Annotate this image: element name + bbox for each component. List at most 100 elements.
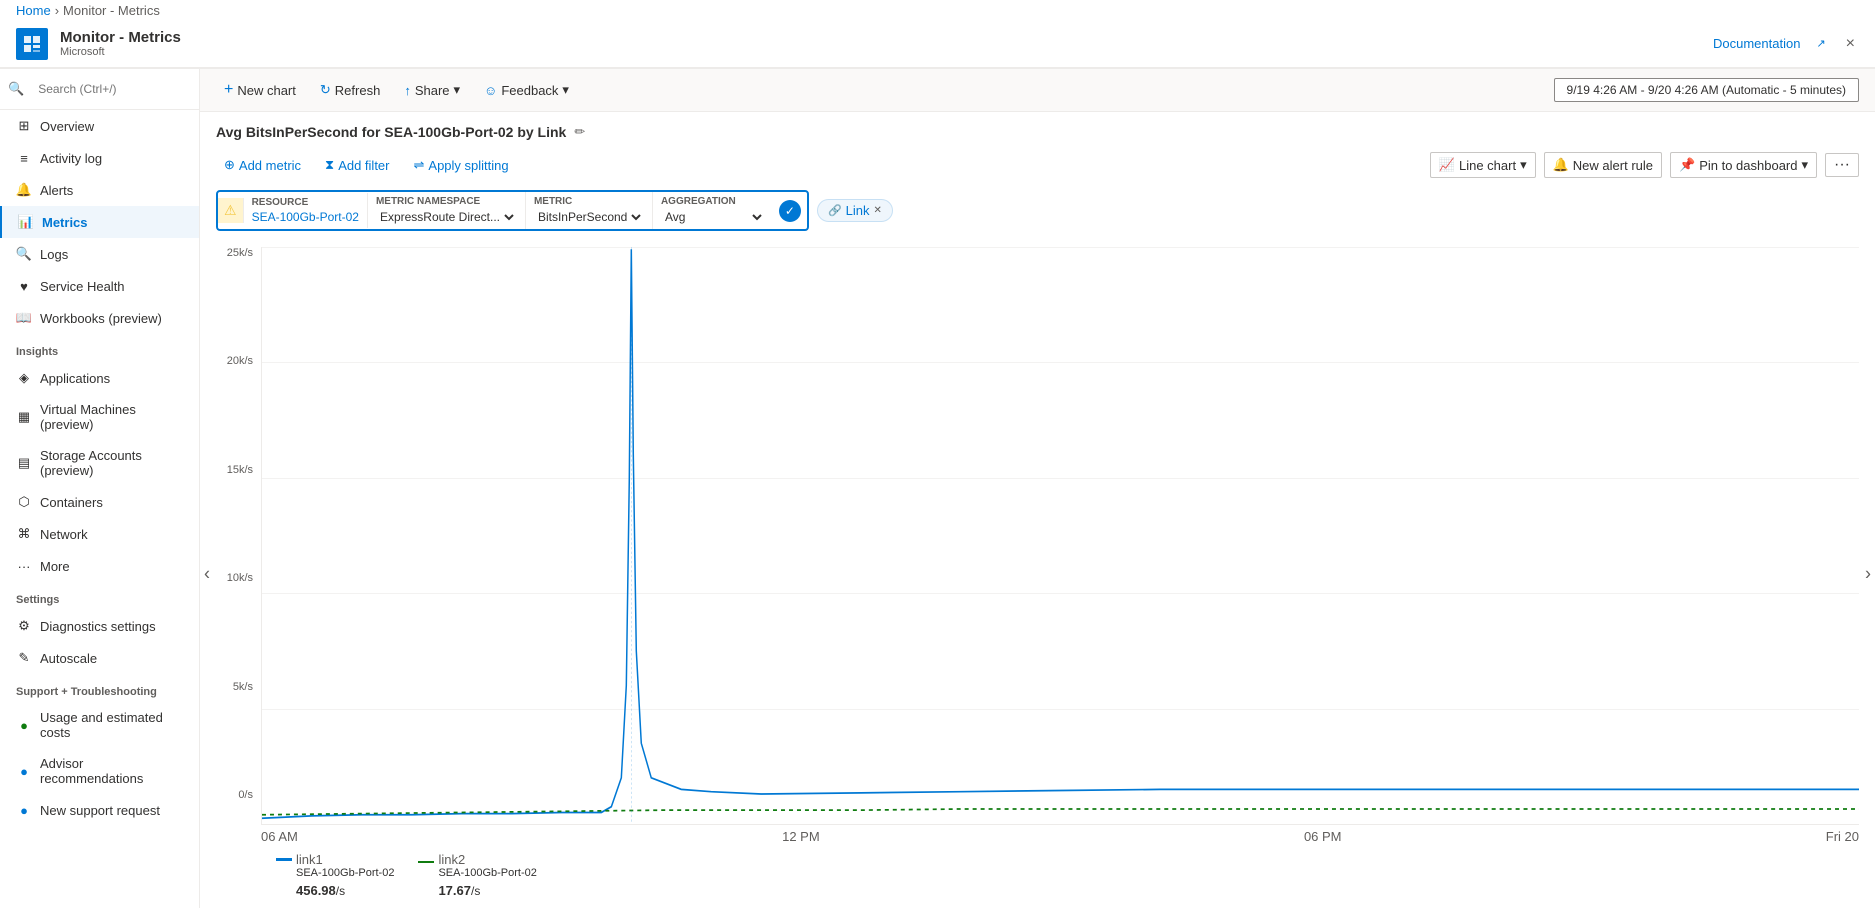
sidebar-item-storage-accounts[interactable]: ▤ Storage Accounts (preview) — [0, 440, 199, 486]
chart-plot — [261, 247, 1859, 825]
chart-nav-right-button[interactable]: › — [1861, 559, 1875, 588]
link-tag: 🔗 Link ✕ — [817, 199, 893, 222]
new-chart-button[interactable]: + New chart — [216, 77, 304, 103]
chart-title: Avg BitsInPerSecond for SEA-100Gb-Port-0… — [216, 124, 566, 140]
sidebar-item-more[interactable]: ··· More — [0, 550, 199, 582]
pin-icon: 📌 — [1679, 157, 1695, 173]
link-tag-close[interactable]: ✕ — [874, 205, 882, 216]
sidebar-item-alerts[interactable]: 🔔 Alerts — [0, 174, 199, 206]
sidebar-item-diagnostics[interactable]: ⚙ Diagnostics settings — [0, 610, 199, 642]
sidebar-item-virtual-machines[interactable]: ▦ Virtual Machines (preview) — [0, 394, 199, 440]
vm-icon: ▦ — [16, 409, 32, 425]
sidebar-item-activity-log[interactable]: ≡ Activity log — [0, 142, 199, 174]
grid-icon: ⊞ — [16, 118, 32, 134]
aggregation-select[interactable]: Avg — [661, 209, 765, 225]
legend-label-link2: link2 — [438, 852, 465, 867]
app-title: Monitor - Metrics — [60, 29, 181, 46]
sidebar-item-workbooks[interactable]: 📖 Workbooks (preview) — [0, 302, 199, 334]
breadcrumb-sep: › — [55, 3, 59, 18]
resource-field: RESOURCE SEA-100Gb-Port-02 — [244, 193, 368, 228]
legend-resource-link2: SEA-100Gb-Port-02 — [438, 867, 536, 879]
scale-icon: ✎ — [16, 650, 32, 666]
main-content: + New chart ↻ Refresh ↑ Share ▾ ☺ Feedba… — [200, 69, 1875, 908]
alert-bell-icon: 🔔 — [1553, 157, 1569, 173]
plus-metric-icon: ⊕ — [224, 157, 235, 173]
sidebar-item-metrics[interactable]: 📊 Metrics — [0, 206, 199, 238]
y-label-20k: 20k/s — [216, 355, 261, 367]
heart-icon: ♥ — [16, 278, 32, 294]
breadcrumb-home[interactable]: Home — [16, 3, 51, 18]
refresh-button[interactable]: ↻ Refresh — [312, 78, 388, 102]
search-input[interactable] — [30, 78, 200, 100]
y-label-0: 0/s — [216, 789, 261, 801]
line-chart-icon: 📈 — [1439, 157, 1455, 173]
sidebar-item-advisor[interactable]: ● Advisor recommendations — [0, 748, 199, 794]
legend-item-link1: link1 SEA-100Gb-Port-02 456.98/s — [276, 852, 394, 900]
y-label-5k: 5k/s — [216, 681, 261, 693]
legend-item-link2: link2 SEA-100Gb-Port-02 17.67/s — [418, 852, 536, 900]
chart-legend: link1 SEA-100Gb-Port-02 456.98/s link2 S… — [216, 844, 1859, 908]
metric-namespace-field: METRIC NAMESPACE ExpressRoute Direct... — [368, 192, 526, 229]
share-button[interactable]: ↑ Share ▾ — [396, 78, 468, 102]
metric-confirm-button[interactable]: ✓ — [779, 200, 801, 222]
close-button[interactable]: × — [1842, 31, 1859, 57]
storage-icon: ▤ — [16, 455, 32, 471]
metric-namespace-select[interactable]: ExpressRoute Direct... — [376, 209, 517, 225]
metric-selector: ⚠ RESOURCE SEA-100Gb-Port-02 METRIC NAME… — [216, 190, 809, 231]
external-link-icon: ↗ — [1816, 37, 1825, 50]
circle-blue-icon: ● — [16, 763, 32, 779]
ellipsis-icon: ··· — [16, 558, 32, 574]
resource-value[interactable]: SEA-100Gb-Port-02 — [252, 210, 359, 224]
support-section-label: Support + Troubleshooting — [0, 674, 199, 702]
sidebar-item-overview[interactable]: ⊞ Overview — [0, 110, 199, 142]
x-label-12pm: 12 PM — [782, 829, 820, 844]
new-alert-button[interactable]: 🔔 New alert rule — [1544, 152, 1662, 178]
add-filter-button[interactable]: ⧗ Add filter — [317, 153, 397, 177]
time-range-button[interactable]: 9/19 4:26 AM - 9/20 4:26 AM (Automatic -… — [1554, 78, 1859, 102]
sidebar-item-containers[interactable]: ⬡ Containers — [0, 486, 199, 518]
refresh-icon: ↻ — [320, 82, 331, 98]
filter-icon: ⧗ — [325, 157, 334, 173]
edit-title-icon[interactable]: ✏ — [574, 124, 585, 140]
pin-chevron-icon: ▾ — [1801, 157, 1808, 173]
split-icon: ⇌ — [414, 157, 425, 173]
share-icon: ↑ — [404, 83, 411, 98]
add-metric-button[interactable]: ⊕ Add metric — [216, 153, 309, 177]
plus-icon: + — [224, 81, 233, 99]
chart-type-chevron: ▾ — [1520, 157, 1527, 173]
apply-splitting-button[interactable]: ⇌ Apply splitting — [406, 153, 517, 177]
more-options-button[interactable]: ··· — [1825, 153, 1859, 177]
chart-type-button[interactable]: 📈 Line chart ▾ — [1430, 152, 1536, 178]
sidebar-item-autoscale[interactable]: ✎ Autoscale — [0, 642, 199, 674]
circle-green-icon: ● — [16, 717, 32, 733]
network-icon: ⌘ — [16, 526, 32, 542]
y-axis: 25k/s 20k/s 15k/s 10k/s 5k/s 0/s — [216, 247, 261, 825]
chart-area: ‹ › 25k/s 20k/s 15k/s 10k/s 5k/s 0/s — [200, 239, 1875, 908]
insights-section-label: Insights — [0, 334, 199, 362]
chart-nav-left-button[interactable]: ‹ — [200, 559, 214, 588]
metric-select[interactable]: BitsInPerSecond — [534, 209, 644, 225]
legend-value-link1: 456.98/s — [296, 879, 394, 900]
app-subtitle: Microsoft — [60, 46, 181, 58]
feedback-button[interactable]: ☺ Feedback ▾ — [476, 78, 577, 102]
pin-dashboard-button[interactable]: 📌 Pin to dashboard ▾ — [1670, 152, 1817, 178]
container-icon: ⬡ — [16, 494, 32, 510]
list-icon: ≡ — [16, 150, 32, 166]
sidebar-item-usage-costs[interactable]: ● Usage and estimated costs — [0, 702, 199, 748]
share-chevron-icon: ▾ — [454, 82, 461, 98]
sidebar-item-network[interactable]: ⌘ Network — [0, 518, 199, 550]
sidebar-item-logs[interactable]: 🔍 Logs — [0, 238, 199, 270]
sidebar-item-applications[interactable]: ◈ Applications — [0, 362, 199, 394]
support-icon: ● — [16, 802, 32, 818]
y-label-25k: 25k/s — [216, 247, 261, 259]
x-label-06am: 06 AM — [261, 829, 298, 844]
sidebar-item-support[interactable]: ● New support request — [0, 794, 199, 826]
settings-section-label: Settings — [0, 582, 199, 610]
feedback-icon: ☺ — [484, 83, 497, 98]
sidebar-item-service-health[interactable]: ♥ Service Health — [0, 270, 199, 302]
chart-title-bar: Avg BitsInPerSecond for SEA-100Gb-Port-0… — [200, 112, 1875, 148]
documentation-link[interactable]: Documentation — [1713, 36, 1800, 51]
bell-icon: 🔔 — [16, 182, 32, 198]
link-icon: 🔗 — [828, 204, 842, 217]
chart-svg — [262, 247, 1859, 824]
